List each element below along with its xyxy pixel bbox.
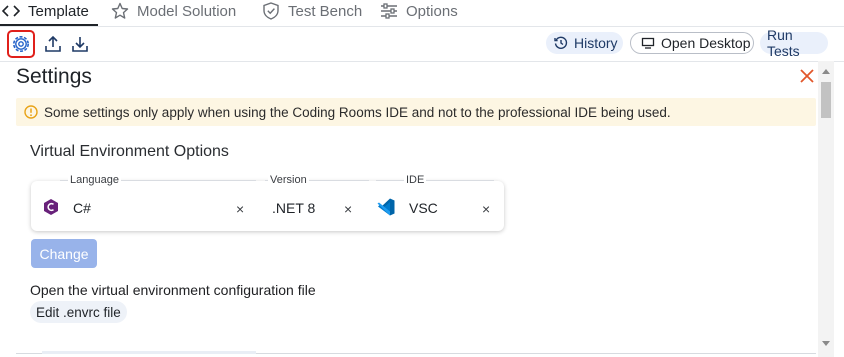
monitor-icon [641, 37, 655, 49]
clear-version-button[interactable]: × [344, 201, 352, 217]
shield-check-icon [262, 2, 280, 20]
scrollbar-thumb[interactable] [821, 82, 831, 118]
version-value[interactable]: .NET 8 [272, 200, 315, 216]
clear-ide-button[interactable]: × [482, 201, 490, 217]
vscode-logo-icon [376, 197, 396, 217]
scrollbar[interactable] [818, 61, 834, 357]
upload-icon[interactable] [42, 33, 64, 55]
history-icon [554, 36, 568, 50]
toolbar: History Open Desktop Run Tests [0, 27, 844, 62]
ide-label: IDE [404, 174, 427, 186]
tab-test-bench-label: Test Bench [288, 2, 363, 20]
star-icon [111, 2, 129, 20]
clear-language-button[interactable]: × [236, 201, 244, 217]
open-config-text: Open the virtual environment configurati… [30, 282, 316, 298]
tab-test-bench[interactable]: Test Bench [262, 0, 362, 22]
history-button[interactable]: History [546, 32, 623, 54]
run-tests-label: Run Tests [767, 27, 800, 59]
language-value[interactable]: C# [73, 200, 91, 216]
tab-model-solution[interactable]: Model Solution [111, 0, 236, 22]
divider [376, 180, 494, 181]
change-button[interactable]: Change [31, 239, 97, 268]
open-desktop-button[interactable]: Open Desktop [630, 32, 754, 54]
tab-model-solution-label: Model Solution [137, 2, 237, 20]
language-label: Language [68, 174, 121, 186]
scroll-down-arrow-icon[interactable] [822, 341, 830, 346]
settings-panel: Settings Some settings only apply when u… [0, 61, 818, 357]
run-tests-button[interactable]: Run Tests [760, 27, 828, 59]
banner-text: Some settings only apply when using the … [44, 104, 671, 120]
close-icon[interactable] [798, 67, 816, 85]
warning-banner: Some settings only apply when using the … [16, 98, 816, 126]
csharp-logo-icon [42, 198, 60, 216]
divider [42, 351, 256, 354]
sliders-icon [380, 2, 398, 20]
code-icon [2, 2, 20, 20]
download-icon[interactable] [69, 33, 91, 55]
ide-value[interactable]: VSC [409, 200, 438, 216]
open-desktop-label: Open Desktop [661, 35, 751, 51]
tab-options[interactable]: Options [380, 0, 458, 22]
tab-bar: Template Model Solution Test Bench Optio… [0, 0, 844, 26]
history-label: History [574, 35, 618, 51]
version-label: Version [268, 174, 309, 186]
tab-template[interactable]: Template [2, 0, 89, 22]
section-title: Virtual Environment Options [30, 143, 229, 160]
tab-options-label: Options [406, 2, 458, 20]
tab-template-label: Template [28, 2, 89, 20]
edit-envrc-button[interactable]: Edit .envrc file [30, 301, 127, 323]
scroll-up-arrow-icon[interactable] [822, 69, 830, 74]
page-title: Settings [16, 65, 92, 88]
warning-icon [24, 105, 38, 119]
settings-gear-icon[interactable] [7, 30, 35, 58]
